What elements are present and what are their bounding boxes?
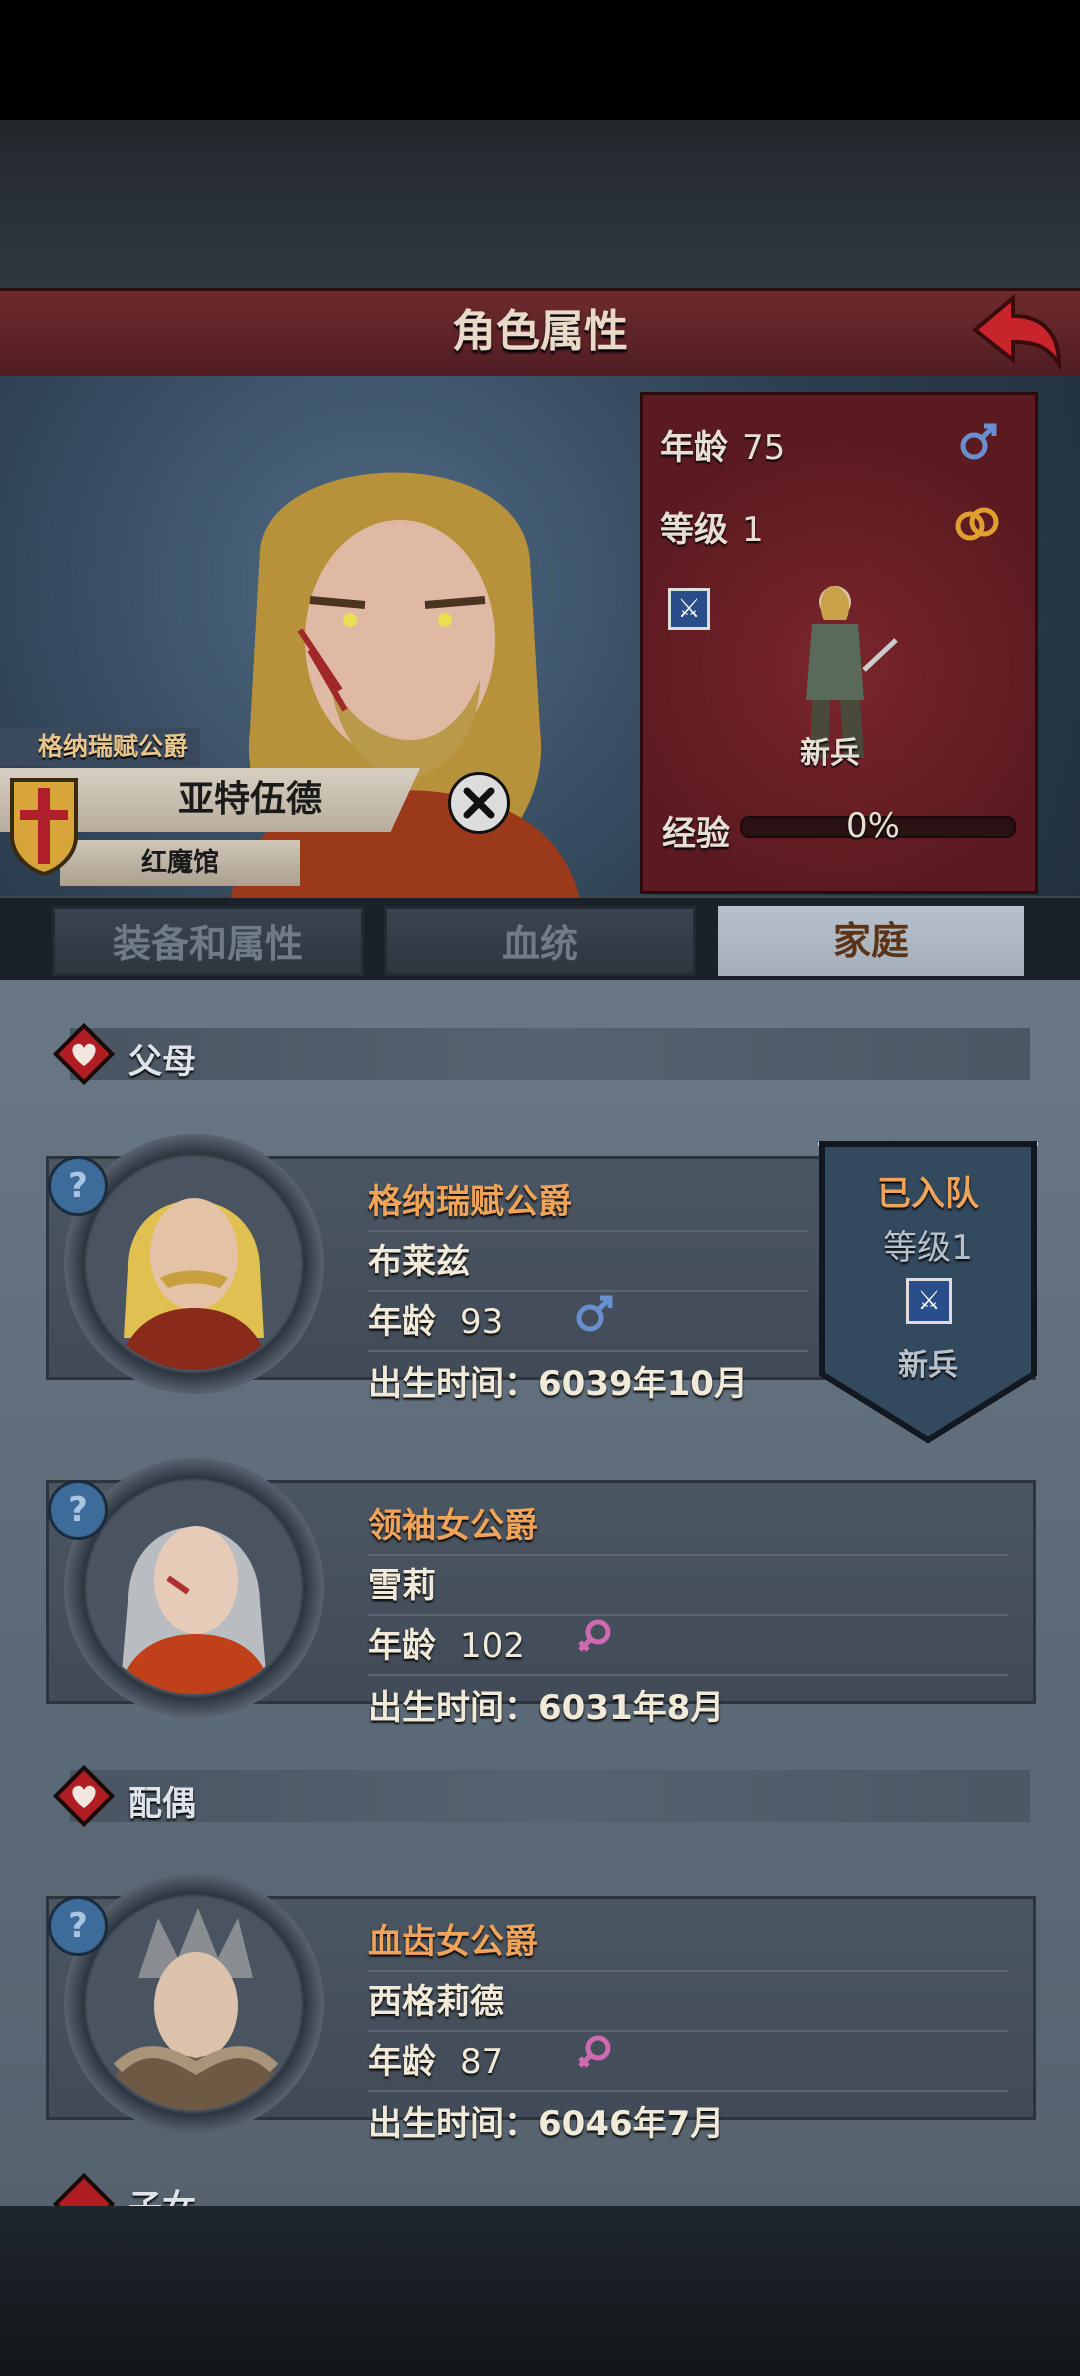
exp-value: 0% — [846, 806, 900, 846]
spouse-name: 西格莉德 — [368, 1982, 504, 2022]
father-name: 布莱兹 — [368, 1242, 470, 1282]
bottom-overlay — [0, 2206, 1080, 2376]
parents-section-bar — [70, 1028, 1030, 1080]
divider — [368, 2030, 1008, 2032]
mother-age: 年龄 102 — [368, 1618, 525, 1667]
question-icon[interactable]: ? — [48, 1896, 108, 1956]
age-stat: 年龄 75 — [660, 420, 785, 469]
spouse-section-label: 配偶 — [128, 1784, 196, 1824]
character-house: 红魔馆 — [140, 848, 219, 878]
father-title: 格纳瑞赋公爵 — [368, 1182, 572, 1222]
sword-icon: ⚔ — [906, 1278, 952, 1324]
top-band — [0, 120, 1080, 290]
spouse-age: 年龄 87 — [368, 2034, 503, 2083]
divider — [368, 1614, 1008, 1616]
mother-title: 领袖女公爵 — [368, 1506, 538, 1546]
age-value: 87 — [460, 2042, 504, 2082]
spouse-section-bar — [70, 1770, 1030, 1822]
age-value: 93 — [460, 1302, 504, 1342]
male-icon — [960, 423, 997, 460]
age-label: 年龄 — [368, 1626, 436, 1666]
tab-bloodline[interactable]: 血统 — [384, 906, 696, 976]
age-label: 年龄 — [368, 2042, 436, 2082]
party-unit: 新兵 — [898, 1348, 958, 1383]
mother-portrait — [88, 1482, 300, 1694]
father-age: 年龄 93 — [368, 1294, 503, 1343]
mother-name: 雪莉 — [368, 1566, 436, 1606]
unit-label: 新兵 — [800, 736, 860, 771]
question-icon[interactable]: ? — [48, 1156, 108, 1216]
level-label: 等级 — [660, 510, 728, 550]
spouse-portrait — [88, 1898, 300, 2110]
close-icon[interactable] — [448, 772, 510, 834]
divider — [368, 1970, 1008, 1972]
party-status: 已入队 — [877, 1174, 979, 1214]
back-arrow-icon[interactable] — [965, 290, 1065, 374]
tab-family[interactable]: 家庭 — [718, 906, 1024, 976]
shield-icon — [10, 778, 78, 876]
question-icon[interactable]: ? — [48, 1480, 108, 1540]
ring-icon — [955, 507, 999, 541]
father-portrait — [88, 1158, 300, 1370]
female-icon — [578, 1619, 611, 1652]
sword-icon: ⚔ — [668, 588, 710, 630]
heart-icon — [52, 1764, 116, 1828]
divider — [368, 1350, 808, 1352]
male-icon — [576, 1295, 613, 1332]
age-label: 年龄 — [660, 428, 728, 468]
divider — [368, 1230, 808, 1232]
father-birth: 出生时间：6039年10月 — [368, 1364, 748, 1404]
party-level: 等级1 — [883, 1228, 973, 1268]
age-label: 年龄 — [368, 1302, 436, 1342]
spouse-title: 血齿女公爵 — [368, 1922, 538, 1962]
mother-birth: 出生时间：6031年8月 — [368, 1688, 725, 1728]
page-title: 角色属性 — [452, 306, 628, 357]
divider — [368, 2090, 1008, 2092]
age-value: 75 — [742, 428, 786, 468]
divider — [368, 1674, 1008, 1676]
heart-icon — [52, 1022, 116, 1086]
divider — [368, 1554, 1008, 1556]
level-stat: 等级 1 — [660, 502, 764, 551]
exp-label: 经验 — [662, 814, 730, 854]
character-title-bar: 格纳瑞赋公爵 — [0, 728, 200, 766]
character-title: 格纳瑞赋公爵 — [38, 732, 189, 761]
female-icon — [578, 2035, 611, 2068]
tab-equipment[interactable]: 装备和属性 — [52, 906, 364, 976]
age-value: 102 — [460, 1626, 525, 1666]
level-value: 1 — [742, 510, 764, 550]
spouse-birth: 出生时间：6046年7月 — [368, 2104, 725, 2144]
parents-section-label: 父母 — [128, 1042, 196, 1082]
character-name: 亚特伍德 — [177, 779, 322, 820]
divider — [368, 1290, 808, 1292]
